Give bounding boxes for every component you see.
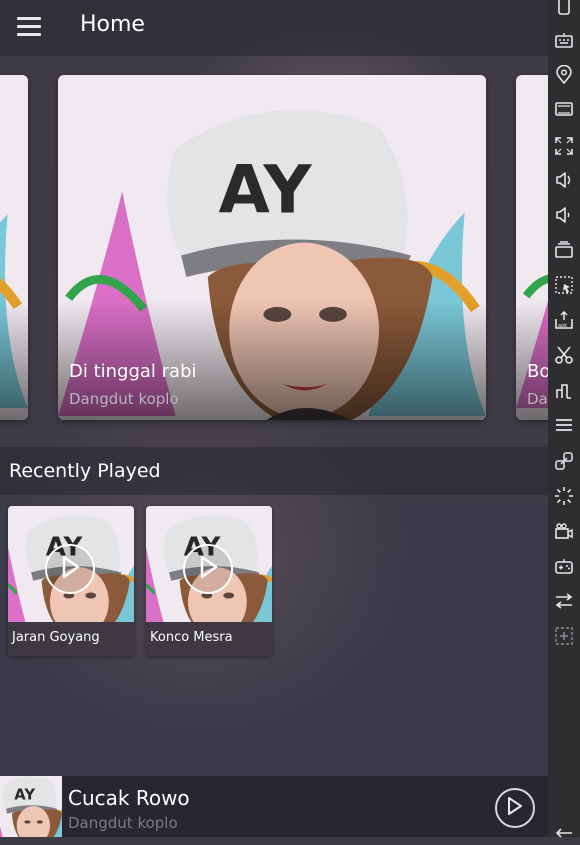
carousel-card[interactable]: Di tinggal rabi Dangdut koplo	[58, 75, 486, 420]
keyboard-icon[interactable]	[554, 31, 574, 51]
featured-carousel[interactable]: Di tinggal rabi Dangdut koplo Bo Da	[0, 60, 548, 440]
volume-up-icon[interactable]	[554, 170, 574, 190]
now-playing-thumbnail	[0, 776, 62, 837]
gamepad-icon[interactable]	[554, 556, 574, 576]
card-title: Di tinggal rabi	[69, 361, 197, 382]
fullscreen-icon[interactable]	[554, 136, 574, 156]
page-title: Home	[80, 12, 145, 37]
recent-item[interactable]: Konco Mesra	[146, 506, 272, 656]
play-circle-icon[interactable]	[495, 788, 535, 828]
loading-icon[interactable]	[554, 486, 574, 506]
hamburger-icon[interactable]	[17, 17, 41, 37]
screen-icon[interactable]	[554, 100, 574, 120]
item-title: Konco Mesra	[150, 630, 233, 645]
play-icon[interactable]	[45, 544, 95, 594]
cut-icon[interactable]	[554, 345, 574, 365]
camera-icon[interactable]	[554, 240, 574, 260]
svg-text:apk: apk	[558, 323, 567, 329]
phone-icon[interactable]	[554, 0, 574, 20]
card-title: Bo	[527, 361, 548, 382]
add-icon[interactable]	[554, 626, 574, 646]
section-title: Recently Played	[9, 460, 161, 482]
stats-icon[interactable]	[554, 380, 574, 400]
item-title: Jaran Goyang	[12, 630, 100, 645]
section-header: Recently Played	[0, 447, 548, 495]
volume-down-icon[interactable]	[554, 205, 574, 225]
now-playing-title: Cucak Rowo	[68, 786, 190, 810]
card-subtitle: Dangdut koplo	[69, 390, 179, 408]
screenshot-icon[interactable]	[554, 275, 574, 295]
play-icon[interactable]	[183, 544, 233, 594]
now-playing-artist: Dangdut koplo	[68, 814, 178, 832]
now-playing-bar[interactable]: Cucak Rowo Dangdut koplo	[0, 776, 548, 837]
video-icon[interactable]	[554, 521, 574, 541]
link-icon[interactable]	[554, 451, 574, 471]
menu-lines-icon[interactable]	[554, 415, 574, 435]
card-subtitle: Da	[527, 390, 548, 408]
carousel-card-previous[interactable]	[0, 75, 28, 420]
emulator-toolbar: apk	[548, 0, 580, 838]
carousel-card-next[interactable]: Bo Da	[516, 75, 548, 420]
transfer-icon[interactable]	[554, 591, 574, 611]
location-pin-icon[interactable]	[554, 65, 574, 85]
app-bar: Home	[0, 0, 548, 56]
back-icon[interactable]	[554, 825, 574, 845]
apk-install-icon[interactable]: apk	[554, 310, 574, 330]
recent-item[interactable]: Jaran Goyang	[8, 506, 134, 656]
